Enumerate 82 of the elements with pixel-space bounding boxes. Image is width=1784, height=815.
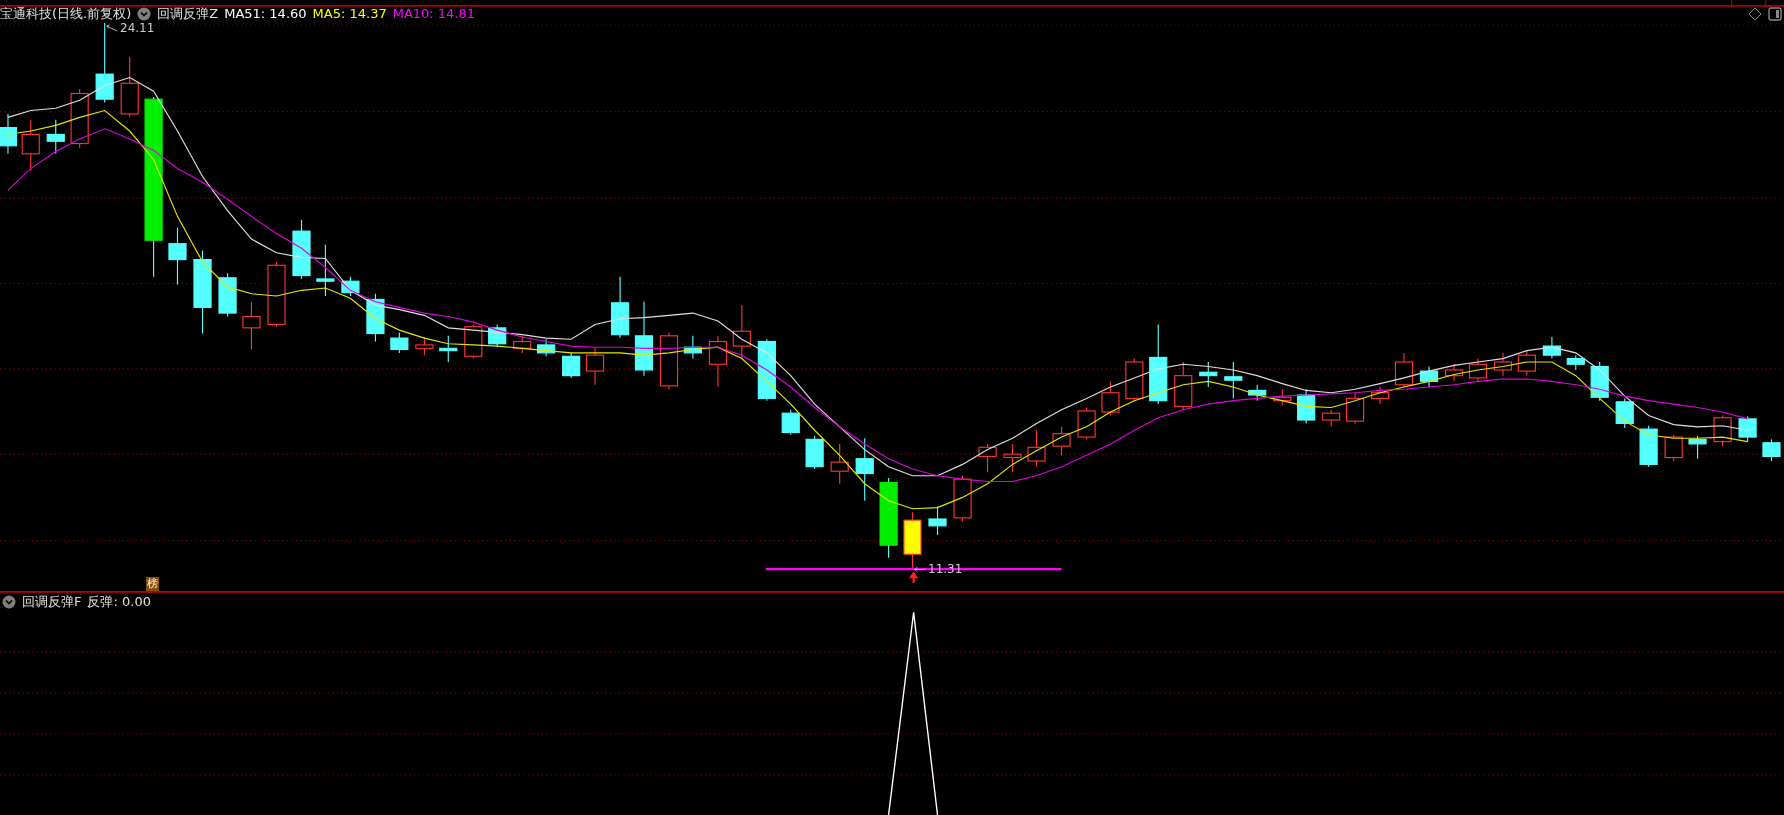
- candlestick: [267, 261, 286, 328]
- candlestick: [855, 437, 874, 502]
- candlestick: [1444, 363, 1464, 382]
- candlestick: [439, 335, 458, 363]
- candlestick: [1322, 409, 1341, 428]
- candlestick: [1003, 443, 1022, 473]
- candlestick: [953, 475, 972, 522]
- candlestick: [1174, 361, 1193, 411]
- candlestick: [1224, 361, 1243, 399]
- dropdown-icon[interactable]: [137, 7, 152, 21]
- rank-badge: 榜: [146, 577, 159, 591]
- candlestick: [292, 219, 311, 280]
- candlestick: [1027, 429, 1046, 468]
- candlestick: [805, 435, 824, 470]
- candlestick: [1419, 365, 1439, 388]
- candlestick: [1713, 414, 1732, 447]
- candlestick: [1738, 416, 1757, 443]
- up-arrow-icon: [909, 571, 919, 583]
- moving-average-value: MA51: 14.60: [224, 6, 307, 22]
- indicator-value: 反弹: 0.00: [87, 594, 151, 610]
- candlestick: [732, 304, 751, 360]
- candlestick: [928, 505, 947, 536]
- candlestick: [488, 323, 507, 348]
- candlestick: [1566, 354, 1585, 371]
- candlestick: [1199, 361, 1218, 388]
- candlestick: [610, 276, 630, 339]
- high-price-label: 24.11: [120, 21, 155, 35]
- candlestick: [1052, 426, 1071, 456]
- candlestick: [316, 244, 335, 297]
- arrow-icon: [106, 23, 118, 33]
- candlestick: [1493, 352, 1513, 377]
- candlestick: [585, 346, 605, 386]
- candlestick: [1468, 358, 1488, 382]
- diamond-icon[interactable]: [1748, 7, 1762, 21]
- candlestick: [0, 113, 18, 155]
- candlestick: [21, 119, 40, 172]
- candlestick: [562, 352, 581, 379]
- candlestick: [464, 323, 483, 360]
- candlestick: [781, 409, 800, 436]
- candlestick: [366, 293, 385, 343]
- panel-toggle-icon[interactable]: [1768, 7, 1782, 21]
- indicator-name: 回调反弹Z: [157, 6, 219, 22]
- candlestick: [341, 276, 360, 297]
- indicator-name: 回调反弹F: [22, 594, 82, 610]
- candlestick: [1762, 438, 1781, 462]
- candlestick: [978, 443, 997, 473]
- candlestick: [1273, 388, 1292, 406]
- candlestick: [1394, 352, 1414, 388]
- arrow-icon: [914, 564, 926, 574]
- candlestick: [390, 331, 409, 354]
- candlestick: [415, 336, 434, 356]
- candlestick: [1371, 386, 1390, 405]
- candlestick: [1664, 434, 1683, 462]
- candlestick: [1101, 380, 1120, 417]
- candlestick: [1297, 388, 1316, 424]
- candlestick: [513, 335, 532, 354]
- candlestick: [1125, 358, 1144, 402]
- candlestick: [70, 88, 89, 149]
- candlestick: [242, 301, 261, 351]
- dropdown-icon[interactable]: [2, 595, 16, 609]
- candlestick: [708, 335, 728, 388]
- candlestick: [1615, 397, 1634, 429]
- candlestick: [1345, 392, 1365, 424]
- candlestick: [659, 331, 679, 390]
- candlestick: [757, 338, 776, 402]
- candlestick: [903, 511, 922, 570]
- candlestick: [537, 338, 556, 357]
- candlestick: [1639, 425, 1658, 468]
- candlestick: [46, 119, 65, 155]
- candlestick: [830, 443, 849, 485]
- candlestick: [1248, 384, 1267, 402]
- candlestick: [1517, 350, 1536, 377]
- candlestick: [1542, 336, 1561, 360]
- stock-title: 宝通科技(日线.前复权): [0, 6, 132, 22]
- moving-average-value: MA5: 14.37: [312, 6, 387, 22]
- candlestick: [683, 335, 702, 360]
- candlestick: [218, 272, 237, 318]
- moving-average-value: MA10: 14.81: [392, 6, 476, 22]
- candlestick: [1688, 435, 1707, 460]
- candlestick: [120, 56, 139, 118]
- candlestick: [168, 227, 187, 286]
- candlestick: [1077, 406, 1096, 440]
